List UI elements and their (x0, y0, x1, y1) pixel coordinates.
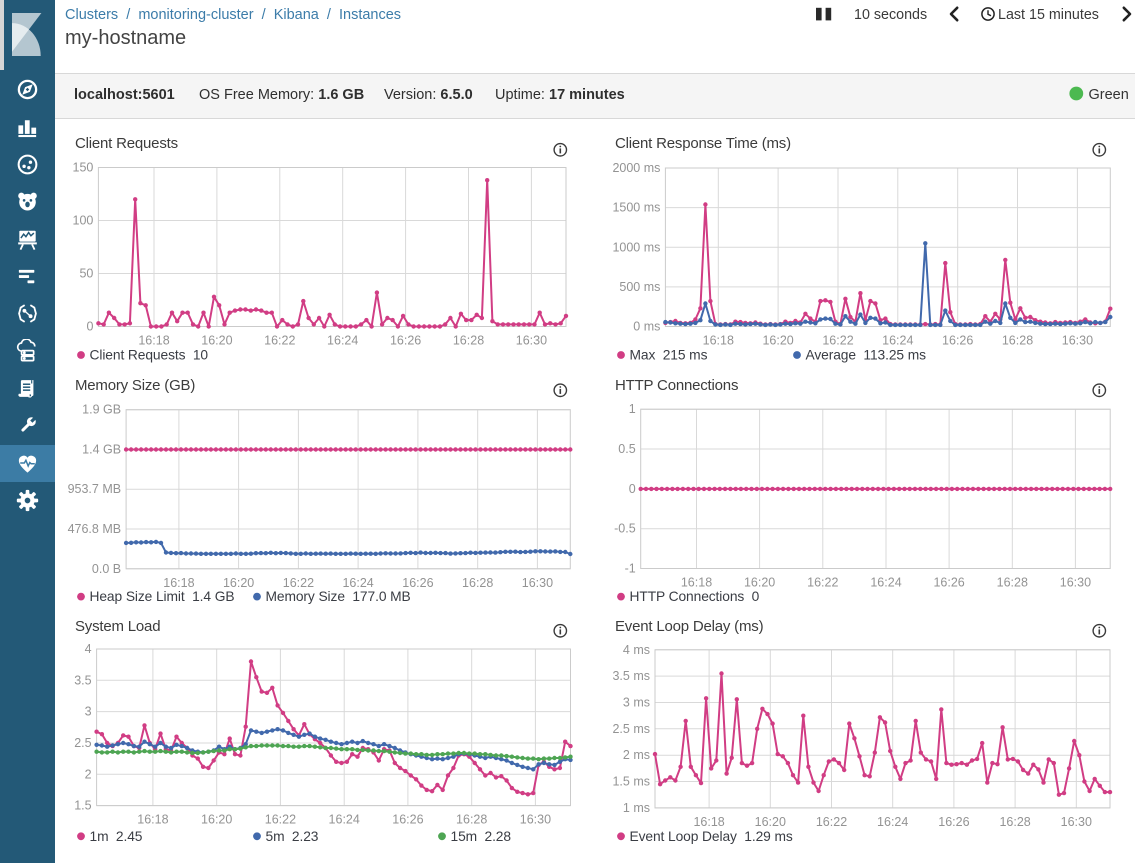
svg-text:5m 2.23: 5m 2.23 (266, 829, 319, 844)
svg-text:Average 113.25 ms: Average 113.25 ms (806, 348, 927, 363)
svg-text:0.5: 0.5 (618, 442, 635, 456)
svg-text:16:26: 16:26 (392, 813, 423, 827)
svg-text:3 ms: 3 ms (623, 696, 650, 710)
svg-text:Heap Size Limit 1.4 GB: Heap Size Limit 1.4 GB (90, 589, 235, 604)
svg-text:16:26: 16:26 (933, 576, 964, 590)
svg-text:16:24: 16:24 (870, 576, 901, 590)
svg-text:16:20: 16:20 (755, 815, 786, 829)
svg-text:16:20: 16:20 (223, 576, 254, 590)
svg-text:Last 15 minutes: Last 15 minutes (998, 7, 1099, 23)
svg-text:Client Response Time (ms): Client Response Time (ms) (615, 135, 791, 152)
svg-text:953.7 MB: 953.7 MB (68, 482, 122, 496)
svg-text:1.9 GB: 1.9 GB (82, 403, 121, 417)
svg-text:150: 150 (73, 161, 94, 175)
svg-text:16:22: 16:22 (807, 576, 838, 590)
svg-text:3: 3 (85, 705, 92, 719)
svg-text:16:22: 16:22 (265, 813, 296, 827)
svg-text:Event Loop Delay (ms): Event Loop Delay (ms) (615, 618, 764, 635)
svg-text:16:30: 16:30 (1062, 334, 1093, 348)
svg-text:2000 ms: 2000 ms (612, 161, 660, 175)
svg-text:16:22: 16:22 (264, 334, 295, 348)
svg-text:Version: 6.5.0: Version: 6.5.0 (384, 87, 473, 103)
svg-text:localhost:5601: localhost:5601 (74, 87, 175, 103)
svg-text:16:28: 16:28 (999, 815, 1030, 829)
svg-text:2: 2 (85, 767, 92, 781)
svg-text:0.0 B: 0.0 B (92, 562, 121, 576)
svg-text:16:30: 16:30 (1060, 576, 1091, 590)
svg-text:1500 ms: 1500 ms (612, 201, 660, 215)
svg-text:my-hostname: my-hostname (65, 27, 186, 49)
svg-text:16:24: 16:24 (342, 576, 373, 590)
svg-text:16:28: 16:28 (462, 576, 493, 590)
svg-text:16:30: 16:30 (516, 334, 547, 348)
svg-text:16:26: 16:26 (942, 334, 973, 348)
svg-text:16:18: 16:18 (703, 334, 734, 348)
svg-text:1.5 ms: 1.5 ms (612, 775, 650, 789)
svg-text:HTTP Connections: HTTP Connections (615, 377, 738, 394)
svg-text:16:22: 16:22 (283, 576, 314, 590)
svg-text:1.5: 1.5 (74, 799, 91, 813)
svg-text:2.5 ms: 2.5 ms (612, 722, 650, 736)
svg-text:50: 50 (79, 267, 93, 281)
svg-text:0: 0 (629, 482, 636, 496)
svg-text:16:18: 16:18 (138, 334, 169, 348)
svg-text:Green: Green (1089, 87, 1129, 103)
svg-text:16:18: 16:18 (163, 576, 194, 590)
svg-text:16:24: 16:24 (329, 813, 360, 827)
svg-text:16:20: 16:20 (744, 576, 775, 590)
svg-text:16:20: 16:20 (201, 334, 232, 348)
svg-text:16:30: 16:30 (520, 813, 551, 827)
svg-text:16:20: 16:20 (201, 813, 232, 827)
svg-text:4 ms: 4 ms (623, 643, 650, 657)
svg-text:Client Requests 10: Client Requests 10 (90, 348, 209, 363)
svg-text:500 ms: 500 ms (619, 280, 660, 294)
svg-text:Clusters / monitoring-cluste: Clusters / monitoring-cluster / Kibana /… (65, 7, 401, 23)
svg-text:0 ms: 0 ms (633, 320, 660, 334)
svg-text:-0.5: -0.5 (614, 522, 636, 536)
svg-text:16:26: 16:26 (402, 576, 433, 590)
svg-text:1000 ms: 1000 ms (612, 240, 660, 254)
svg-text:16:24: 16:24 (877, 815, 908, 829)
svg-text:0: 0 (86, 320, 93, 334)
svg-text:16:18: 16:18 (693, 815, 724, 829)
svg-text:3.5: 3.5 (74, 673, 91, 687)
svg-text:16:20: 16:20 (762, 334, 793, 348)
svg-text:Uptime: 17 minutes: Uptime: 17 minutes (495, 87, 625, 103)
svg-text:HTTP Connections 0: HTTP Connections 0 (630, 589, 760, 604)
svg-text:100: 100 (73, 214, 94, 228)
svg-text:-1: -1 (625, 562, 636, 576)
svg-text:476.8 MB: 476.8 MB (68, 522, 122, 536)
svg-text:16:30: 16:30 (522, 576, 553, 590)
svg-text:16:28: 16:28 (997, 576, 1028, 590)
svg-text:16:22: 16:22 (822, 334, 853, 348)
svg-text:16:18: 16:18 (137, 813, 168, 827)
svg-text:15m 2.28: 15m 2.28 (451, 829, 512, 844)
svg-text:Memory Size (GB): Memory Size (GB) (75, 377, 195, 394)
svg-text:16:26: 16:26 (938, 815, 969, 829)
svg-text:3.5 ms: 3.5 ms (612, 669, 650, 683)
svg-text:16:28: 16:28 (453, 334, 484, 348)
svg-text:1m 2.45: 1m 2.45 (90, 829, 143, 844)
svg-text:4: 4 (85, 642, 92, 656)
svg-text:OS Free Memory: 1.6 GB: OS Free Memory: 1.6 GB (199, 87, 364, 103)
svg-text:Max 215 ms: Max 215 ms (630, 348, 708, 363)
svg-text:1.4 GB: 1.4 GB (82, 443, 121, 457)
svg-text:16:22: 16:22 (816, 815, 847, 829)
svg-text:Memory Size 177.0 MB: Memory Size 177.0 MB (266, 589, 411, 604)
svg-text:16:24: 16:24 (882, 334, 913, 348)
svg-text:10 seconds: 10 seconds (854, 7, 927, 23)
svg-text:16:24: 16:24 (327, 334, 358, 348)
svg-text:2.5: 2.5 (74, 736, 91, 750)
svg-text:16:30: 16:30 (1061, 815, 1092, 829)
svg-text:Event Loop Delay 1.29 ms: Event Loop Delay 1.29 ms (630, 829, 793, 844)
svg-text:1 ms: 1 ms (623, 801, 650, 815)
svg-text:16:28: 16:28 (1002, 334, 1033, 348)
svg-text:1: 1 (629, 402, 636, 416)
svg-text:2 ms: 2 ms (623, 748, 650, 762)
svg-text:System Load: System Load (75, 618, 160, 635)
svg-text:Client Requests: Client Requests (75, 135, 178, 152)
svg-text:16:18: 16:18 (681, 576, 712, 590)
svg-text:16:28: 16:28 (456, 813, 487, 827)
svg-text:16:26: 16:26 (390, 334, 421, 348)
